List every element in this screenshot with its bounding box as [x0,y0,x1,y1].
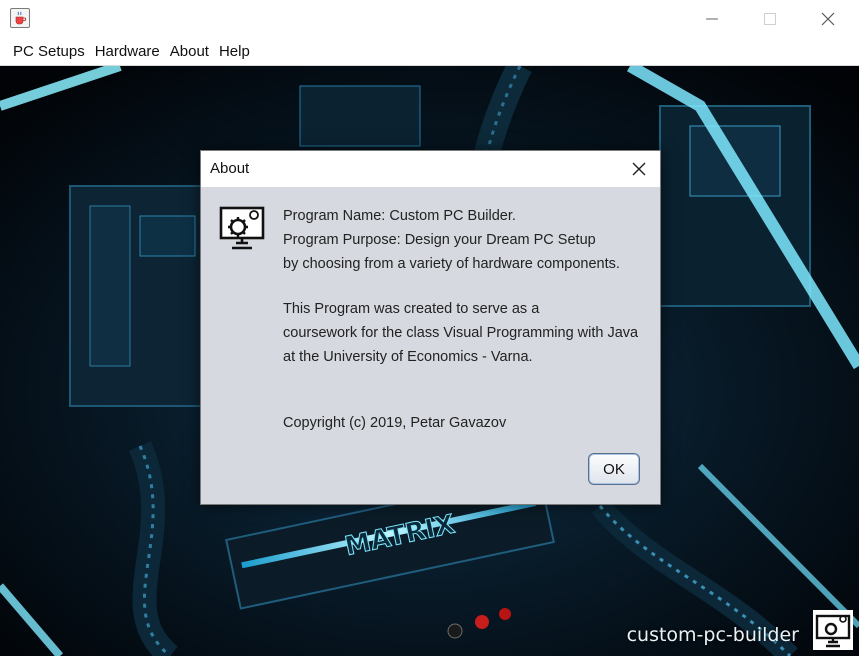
program-purpose-text: Program Purpose: Design your Dream PC Se… [283,232,596,248]
coursework-text-2: coursework for the class Visual Programm… [283,325,639,341]
ok-button[interactable]: OK [588,453,640,485]
window-close-button[interactable] [799,0,857,38]
dialog-title: About [210,160,250,177]
program-name-text: Program Name: Custom PC Builder. [283,208,516,224]
maximize-button[interactable] [741,0,799,38]
about-dialog: About Program Name: Custom PC Builder. P… [200,150,661,505]
dialog-titlebar: About [201,151,660,187]
minimize-icon [706,18,718,20]
copyright-text: Copyright (c) 2019, Petar Gavazov [283,415,507,431]
coursework-text-3: at the University of Economics - Varna. [283,349,533,365]
menu-bar: PC Setups Hardware About Help [0,38,859,66]
brand-label: custom-pc-builder [626,624,799,646]
menu-pc-setups[interactable]: PC Setups [8,43,90,60]
window-titlebar [0,0,859,39]
pc-gear-icon [218,205,266,251]
menu-about[interactable]: About [165,43,214,60]
close-icon [632,162,646,176]
minimize-button[interactable] [683,0,741,38]
close-icon [821,12,835,26]
dialog-close-button[interactable] [618,151,660,187]
menu-help[interactable]: Help [214,43,255,60]
maximize-icon [764,13,776,25]
program-purpose-text-2: by choosing from a variety of hardware c… [283,256,620,272]
coursework-text: This Program was created to serve as a [283,301,540,317]
java-cup-icon[interactable] [10,8,30,28]
pc-gear-icon [811,608,855,652]
menu-hardware[interactable]: Hardware [90,43,165,60]
